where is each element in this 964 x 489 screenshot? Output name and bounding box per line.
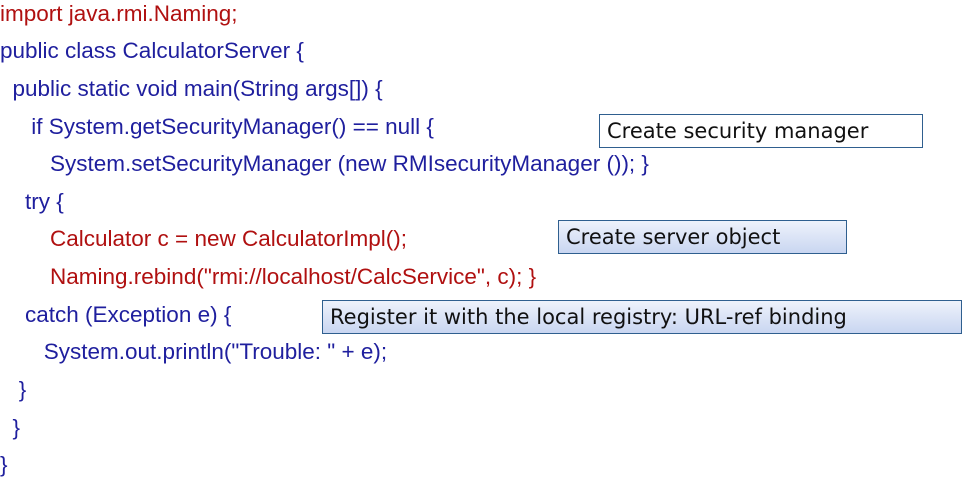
code-line-catch: catch (Exception e) {	[0, 302, 232, 327]
code-line-close-brace-1: }	[0, 377, 27, 402]
code-line-if-security: if System.getSecurityManager() == null {	[0, 114, 434, 139]
code-line-class-decl: public class CalculatorServer {	[0, 38, 304, 63]
code-line-import: import java.rmi.Naming;	[0, 1, 238, 26]
code-line-rebind: Naming.rebind("rmi://localhost/CalcServi…	[0, 264, 537, 289]
code-line-set-security: System.setSecurityManager (new RMIsecuri…	[0, 151, 649, 176]
code-line-try: try {	[0, 189, 64, 214]
code-line-new-calculator: Calculator c = new CalculatorImpl();	[0, 226, 408, 251]
code-line-close-brace-3: }	[0, 452, 8, 477]
code-line-println: System.out.println("Trouble: " + e);	[0, 339, 388, 364]
callout-register-registry: Register it with the local registry: URL…	[322, 300, 962, 334]
callout-create-server-object: Create server object	[558, 220, 847, 254]
code-line-close-brace-2: }	[0, 415, 21, 440]
code-line-main-method: public static void main(String args[]) {	[0, 76, 383, 101]
callout-create-security-manager: Create security manager	[599, 114, 923, 148]
